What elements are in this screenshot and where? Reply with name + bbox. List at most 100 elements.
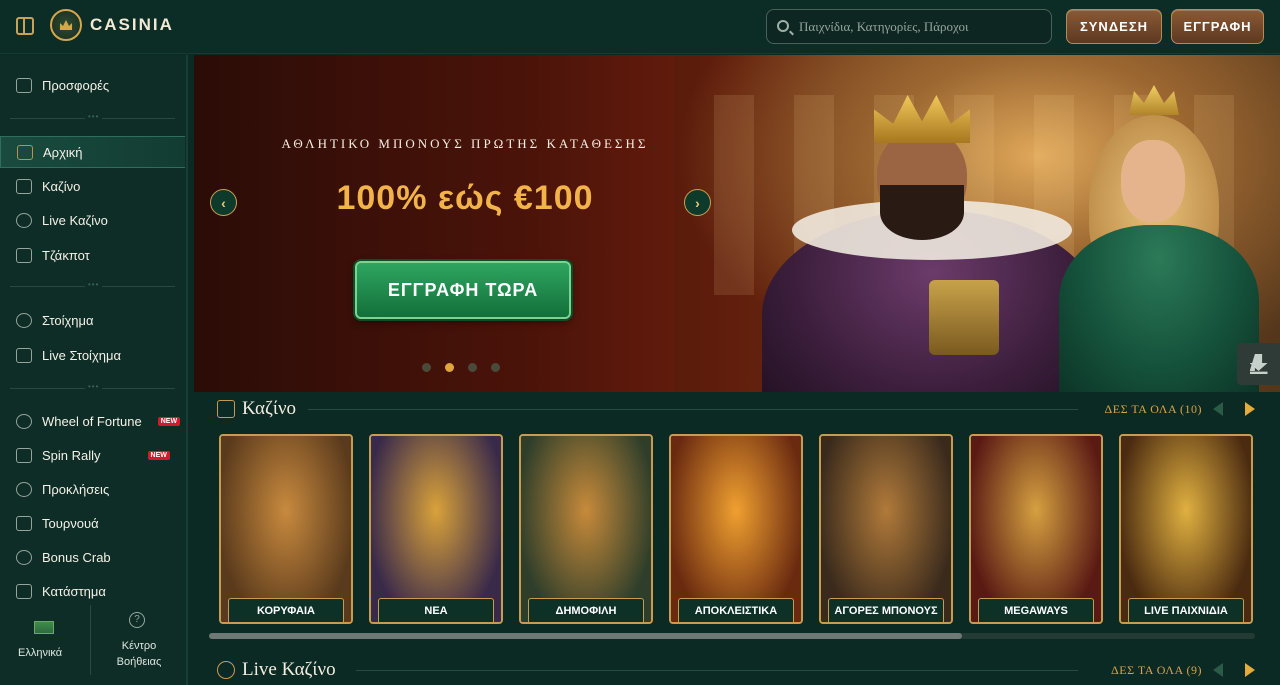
carousel-prev-icon[interactable] <box>1213 663 1223 677</box>
sidebar-item-bonus-crab[interactable]: Bonus Crab <box>0 541 185 573</box>
language-label: Ελληνικά <box>18 647 63 659</box>
sidebar-item-live-casino[interactable]: Live Καζίνο <box>0 204 185 236</box>
slide-indicators <box>422 363 500 372</box>
section-title: Live Καζίνο <box>242 659 336 680</box>
divider <box>10 112 175 121</box>
casino-category-card[interactable]: MEGAWAYS <box>969 434 1103 624</box>
wheel-icon <box>16 413 32 429</box>
live-bet-icon <box>16 347 32 363</box>
live-casino-icon <box>16 212 32 228</box>
sidebar-item-home[interactable]: Αρχική <box>0 136 185 168</box>
challenge-icon <box>16 481 32 497</box>
carousel-prev-icon[interactable] <box>1213 402 1223 416</box>
download-button[interactable] <box>1237 343 1280 385</box>
sidebar-item-label: Spin Rally <box>42 447 101 463</box>
card-artwork <box>1121 436 1251 622</box>
carousel-next-icon[interactable] <box>1239 660 1261 680</box>
sidebar-item-label: Προσφορές <box>42 77 110 93</box>
sidebar-item-label: Στοίχημα <box>42 312 94 328</box>
casino-category-card[interactable]: ΑΠΟΚΛΕΙΣΤΙΚΑ <box>669 434 803 624</box>
sidebar-item-wheel-of-fortune[interactable]: Wheel of Fortune NEW <box>0 405 185 437</box>
sidebar-item-promotions[interactable]: Προσφορές <box>0 69 185 101</box>
sidebar-item-label: Τζάκποτ <box>42 247 90 263</box>
hero-prev-button[interactable]: ‹ <box>210 189 237 216</box>
sidebar-item-label: Bonus Crab <box>42 549 111 565</box>
card-artwork <box>221 436 351 622</box>
casino-section-header: Καζίνο ΔΕΣ ΤΑ ΟΛΑ (10) <box>208 396 1273 424</box>
casino-category-card[interactable]: ΚΟΡΥΦΑΙΑ <box>219 434 353 624</box>
card-label: ΔΗΜΟΦΙΛΗ <box>528 598 644 622</box>
slide-dot[interactable] <box>491 363 500 372</box>
sidebar-item-tournaments[interactable]: Τουρνουά <box>0 507 185 539</box>
treasure-chest-illustration <box>929 280 999 355</box>
login-button[interactable]: ΣΥΝΔΕΣΗ <box>1066 9 1162 44</box>
see-all-link[interactable]: ΔΕΣ ΤΑ ΟΛΑ (9) <box>1111 663 1202 678</box>
horizontal-scrollbar[interactable] <box>209 633 1255 639</box>
flag-icon <box>16 447 32 463</box>
scrollbar-thumb[interactable] <box>209 633 963 639</box>
card-label: ΑΓΟΡΕΣ ΜΠΟΝΟΥΣ <box>828 598 944 622</box>
jackpot-icon <box>16 247 32 263</box>
register-button[interactable]: ΕΓΓΡΑΦΗ <box>1171 9 1264 44</box>
casino-icon <box>16 178 32 194</box>
divider <box>10 382 175 391</box>
greek-flag-icon <box>34 621 54 634</box>
casino-category-card[interactable]: ΑΓΟΡΕΣ ΜΠΟΝΟΥΣ <box>819 434 953 624</box>
gift-icon <box>16 77 32 93</box>
casino-category-cards: ΚΟΡΥΦΑΙΑ ΝΕΑ ΔΗΜΟΦΙΛΗ ΑΠΟΚΛΕΙΣΤΙΚΑ ΑΓΟΡΕΣ ΜΠ… <box>219 434 1259 624</box>
casino-icon <box>217 400 235 418</box>
sidebar-item-sports[interactable]: Στοίχημα <box>0 304 185 336</box>
brand-name: CASINIA <box>90 15 174 34</box>
sidebar-item-shop[interactable]: Κατάστημα <box>0 575 185 607</box>
divider <box>356 670 1078 671</box>
slide-dot[interactable] <box>468 363 477 372</box>
card-label: ΑΠΟΚΛΕΙΣΤΙΚΑ <box>678 598 794 622</box>
sidebar-item-spin-rally[interactable]: Spin Rally NEW <box>0 439 185 471</box>
card-artwork <box>821 436 951 622</box>
hero-next-button[interactable]: › <box>684 189 711 216</box>
sidebar-item-label: Live Στοίχημα <box>42 347 122 363</box>
carousel-next-icon[interactable] <box>1239 399 1261 419</box>
download-icon <box>1249 354 1268 374</box>
slide-dot-active[interactable] <box>445 363 454 372</box>
sidebar-item-label: Wheel of Fortune <box>42 413 142 429</box>
search-input[interactable] <box>799 16 1039 38</box>
sidebar-item-label: Αρχική <box>43 144 83 160</box>
card-artwork <box>971 436 1101 622</box>
search-box[interactable] <box>766 9 1052 44</box>
sidebar-item-challenges[interactable]: Προκλήσεις <box>0 473 185 505</box>
crab-icon <box>16 549 32 565</box>
new-badge: NEW <box>157 416 181 426</box>
slide-dot[interactable] <box>422 363 431 372</box>
sidebar-item-casino[interactable]: Καζίνο <box>0 170 185 202</box>
sidebar-item-label: Τουρνουά <box>42 515 99 531</box>
home-icon <box>17 144 33 160</box>
register-now-button[interactable]: ΕΓΓΡΑΦΗ ΤΩΡΑ <box>355 261 571 319</box>
hero-subtitle: ΑΘΛΗΤΙΚΟ ΜΠΟΝΟΥΣ ΠΡΩΤΗΣ ΚΑΤΑΘΕΣΗΣ <box>281 136 649 151</box>
divider <box>90 605 91 675</box>
shop-icon <box>16 583 32 599</box>
help-icon: ? <box>129 612 145 628</box>
sidebar-item-live-sports[interactable]: Live Στοίχημα <box>0 339 185 371</box>
brand-logo[interactable]: CASINIA <box>50 9 174 41</box>
hero-banner: ΑΘΛΗΤΙΚΟ ΜΠΟΝΟΥΣ ΠΡΩΤΗΣ ΚΑΤΑΘΕΣΗΣ 100% ε… <box>194 55 1280 392</box>
trophy-icon <box>16 515 32 531</box>
sidebar: Προσφορές Αρχική Καζίνο Live Καζίνο Τζάκ… <box>0 55 188 685</box>
casino-category-card[interactable]: ΔΗΜΟΦΙΛΗ <box>519 434 653 624</box>
casino-category-card[interactable]: ΝΕΑ <box>369 434 503 624</box>
sidebar-item-label: Καζίνο <box>42 178 81 194</box>
casino-category-card[interactable]: LIVE ΠΑΙΧΝΙΔΙΑ <box>1119 434 1253 624</box>
sidebar-item-jackpot[interactable]: Τζάκποτ <box>0 239 185 271</box>
live-casino-section-header: Live Καζίνο ΔΕΣ ΤΑ ΟΛΑ (9) <box>208 657 1273 685</box>
sidebar-item-label: Κατάστημα <box>42 583 106 599</box>
divider <box>308 409 1078 410</box>
help-label-line: Κέντρο <box>121 640 157 652</box>
card-label: ΝΕΑ <box>378 598 494 622</box>
card-artwork <box>371 436 501 622</box>
card-label: MEGAWAYS <box>978 598 1094 622</box>
sidebar-item-label: Live Καζίνο <box>42 212 108 228</box>
sidebar-toggle-icon[interactable] <box>16 17 34 35</box>
card-label: LIVE ΠΑΙΧΝΙΔΙΑ <box>1128 598 1244 622</box>
see-all-link[interactable]: ΔΕΣ ΤΑ ΟΛΑ (10) <box>1105 402 1202 417</box>
help-label-line: Βοήθειας <box>116 656 162 668</box>
